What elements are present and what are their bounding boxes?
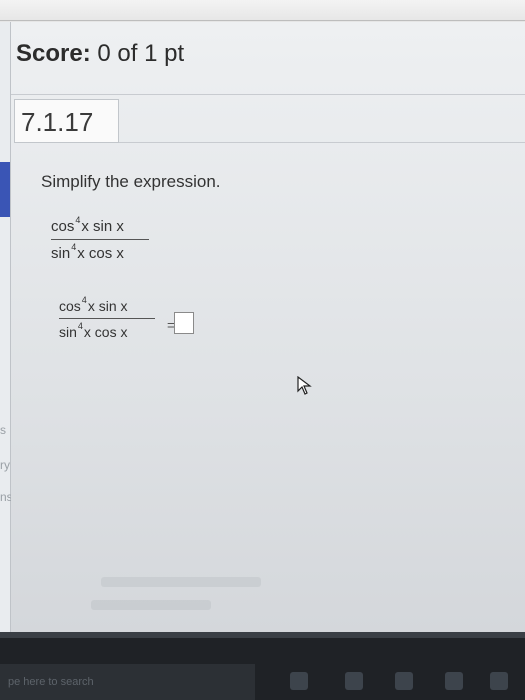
given-expression: cos4x sin x sin4x cos x: [51, 215, 149, 262]
answer-denominator-rest: x cos x: [83, 324, 128, 340]
expression-denominator: sin4x cos x: [51, 242, 149, 262]
divider: [119, 142, 525, 143]
task-view-icon[interactable]: [290, 672, 308, 690]
denominator-exponent: 4: [71, 242, 77, 252]
sidebar-label-ry[interactable]: ry: [0, 458, 10, 472]
answer-input[interactable]: [174, 312, 194, 334]
taskbar: pe here to search: [0, 632, 525, 700]
denominator-rest: x cos x: [77, 245, 124, 262]
edge-browser-icon[interactable]: [345, 672, 363, 690]
question-panel: Score: 0 of 1 pt 7.1.17 Simplify the exp…: [11, 22, 525, 632]
fraction-bar: [59, 318, 155, 319]
score-label: Score:: [16, 40, 91, 67]
expression-numerator: cos4x sin x: [51, 215, 149, 235]
score-display: Score: 0 of 1 pt: [16, 40, 184, 68]
left-sidebar: [0, 22, 11, 632]
taskbar-strip: [0, 632, 525, 638]
blurred-text: [101, 577, 261, 587]
app-icon[interactable]: [490, 672, 508, 690]
answer-denominator-func: sin: [59, 324, 77, 340]
question-prompt: Simplify the expression.: [41, 172, 221, 191]
blurred-text: [91, 600, 211, 610]
store-icon[interactable]: [445, 672, 463, 690]
answer-numerator: cos4x sin x: [59, 295, 155, 314]
denominator-func: sin: [51, 245, 71, 262]
numerator-rest: x sin x: [81, 218, 124, 235]
answer-denominator-exponent: 4: [77, 321, 83, 331]
divider: [11, 94, 525, 95]
question-id: 7.1.17: [14, 99, 119, 143]
file-explorer-icon[interactable]: [395, 672, 413, 690]
taskbar-search-input[interactable]: pe here to search: [0, 664, 255, 700]
answer-denominator: sin4x cos x: [59, 321, 155, 340]
answer-numerator-rest: x sin x: [87, 298, 128, 314]
sidebar-label-s[interactable]: s: [0, 423, 6, 437]
answer-numerator-func: cos: [59, 298, 81, 314]
numerator-exponent: 4: [75, 215, 81, 225]
fraction-bar: [51, 239, 149, 240]
mouse-cursor-icon: [297, 376, 312, 395]
score-value: 0 of 1 pt: [97, 40, 185, 67]
browser-top-edge: [0, 0, 525, 22]
answer-expression: cos4x sin x sin4x cos x: [59, 295, 155, 340]
numerator-func: cos: [51, 218, 75, 235]
sidebar-active-marker: [0, 162, 10, 217]
answer-numerator-exponent: 4: [81, 295, 87, 305]
